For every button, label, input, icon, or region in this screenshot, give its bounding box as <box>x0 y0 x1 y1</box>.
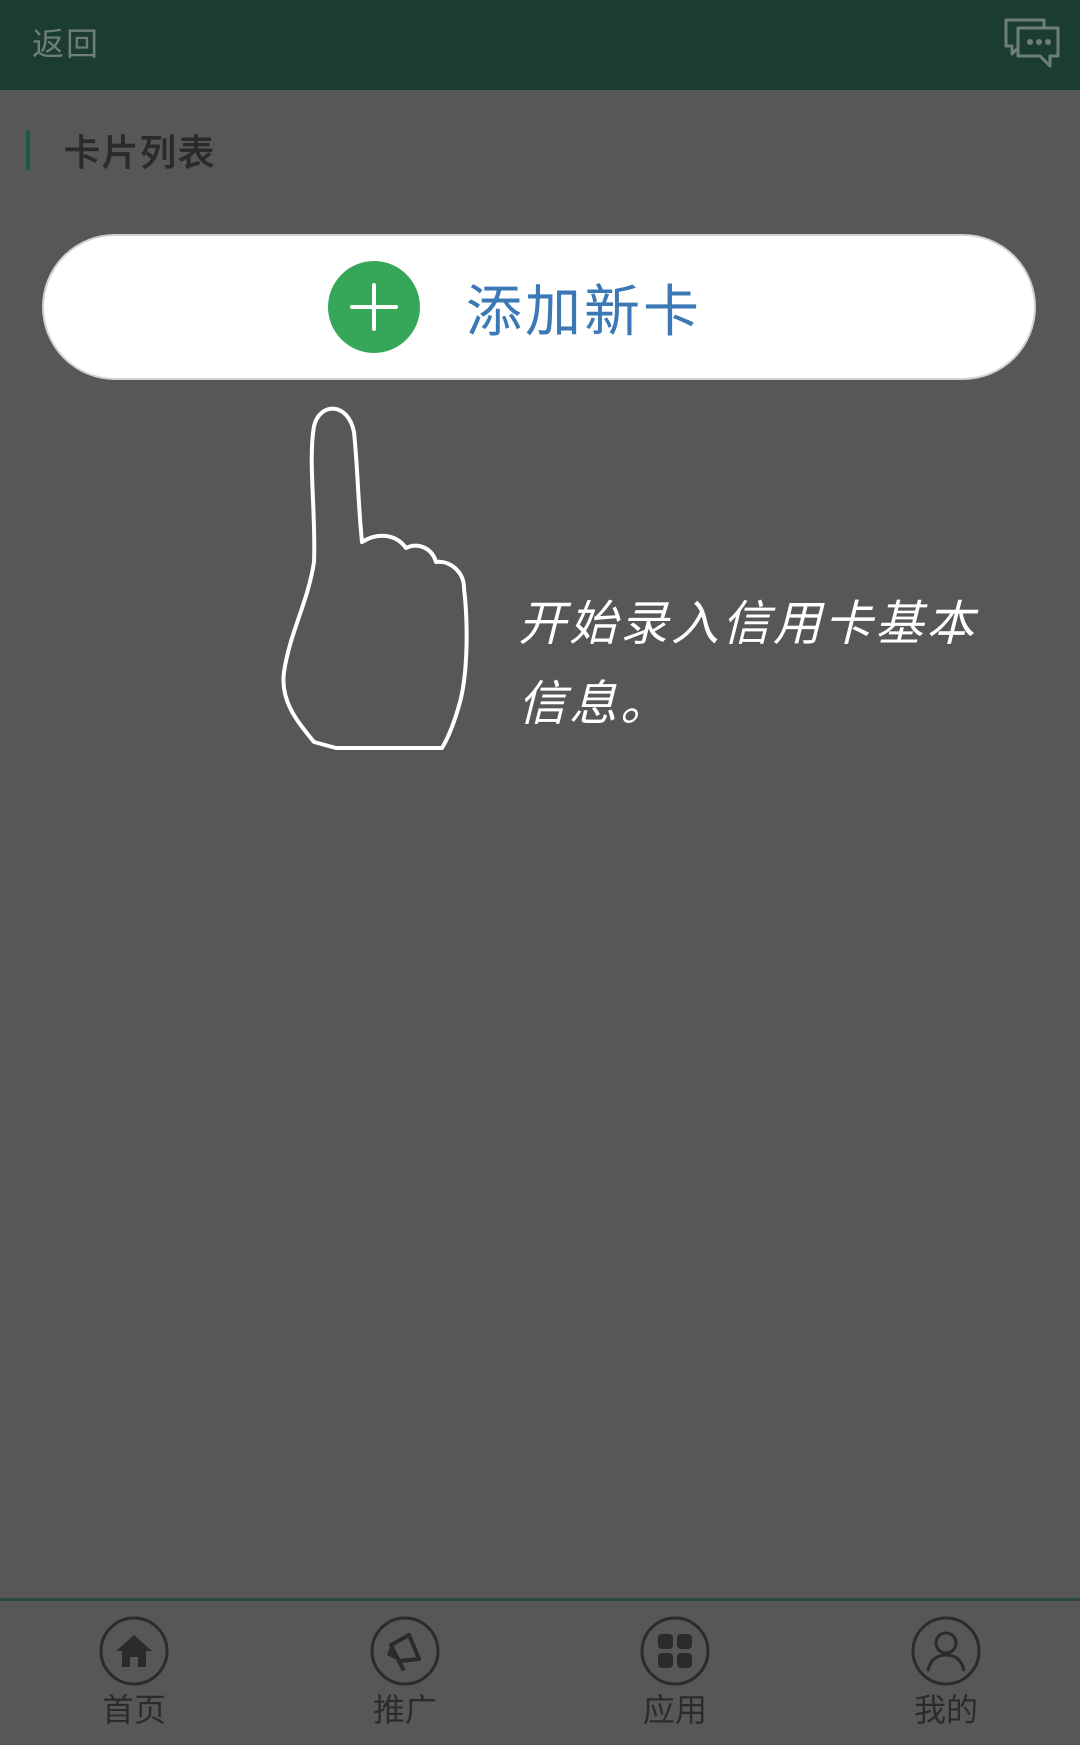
top-nav-bar: 返回 <box>0 0 1080 90</box>
hint-text: 开始录入信用卡基本 信息。 <box>518 584 1070 744</box>
tab-apps-label: 应用 <box>642 1691 707 1729</box>
hint-line-1: 开始录入信用卡基本 <box>518 596 978 652</box>
tab-mine-label: 我的 <box>913 1691 978 1729</box>
home-icon <box>99 1616 169 1686</box>
apps-grid-icon <box>640 1616 710 1686</box>
tab-promotion[interactable]: 推广 <box>335 1615 475 1745</box>
chat-bubble-icon[interactable] <box>1000 14 1062 72</box>
section-header: 卡片列表 <box>26 126 216 174</box>
section-accent-bar <box>26 130 30 170</box>
back-button[interactable]: 返回 <box>32 22 100 66</box>
plus-circle-icon <box>328 261 420 353</box>
tab-home-label: 首页 <box>101 1691 166 1729</box>
tab-mine[interactable]: 我的 <box>876 1615 1016 1745</box>
user-icon <box>911 1616 981 1686</box>
tab-apps[interactable]: 应用 <box>605 1615 745 1745</box>
bottom-tab-bar: 首页 推广 应用 我的 <box>0 1598 1080 1736</box>
card-list-title: 卡片列表 <box>64 133 217 174</box>
tab-promotion-label: 推广 <box>372 1691 437 1729</box>
add-new-card-button[interactable]: 添加新卡 <box>42 234 1036 380</box>
pointing-hand-icon <box>281 406 469 750</box>
tab-home[interactable]: 首页 <box>64 1615 204 1745</box>
megaphone-icon <box>370 1616 440 1686</box>
add-new-card-label: 添加新卡 <box>466 279 702 345</box>
hint-line-2: 信息。 <box>518 676 672 732</box>
